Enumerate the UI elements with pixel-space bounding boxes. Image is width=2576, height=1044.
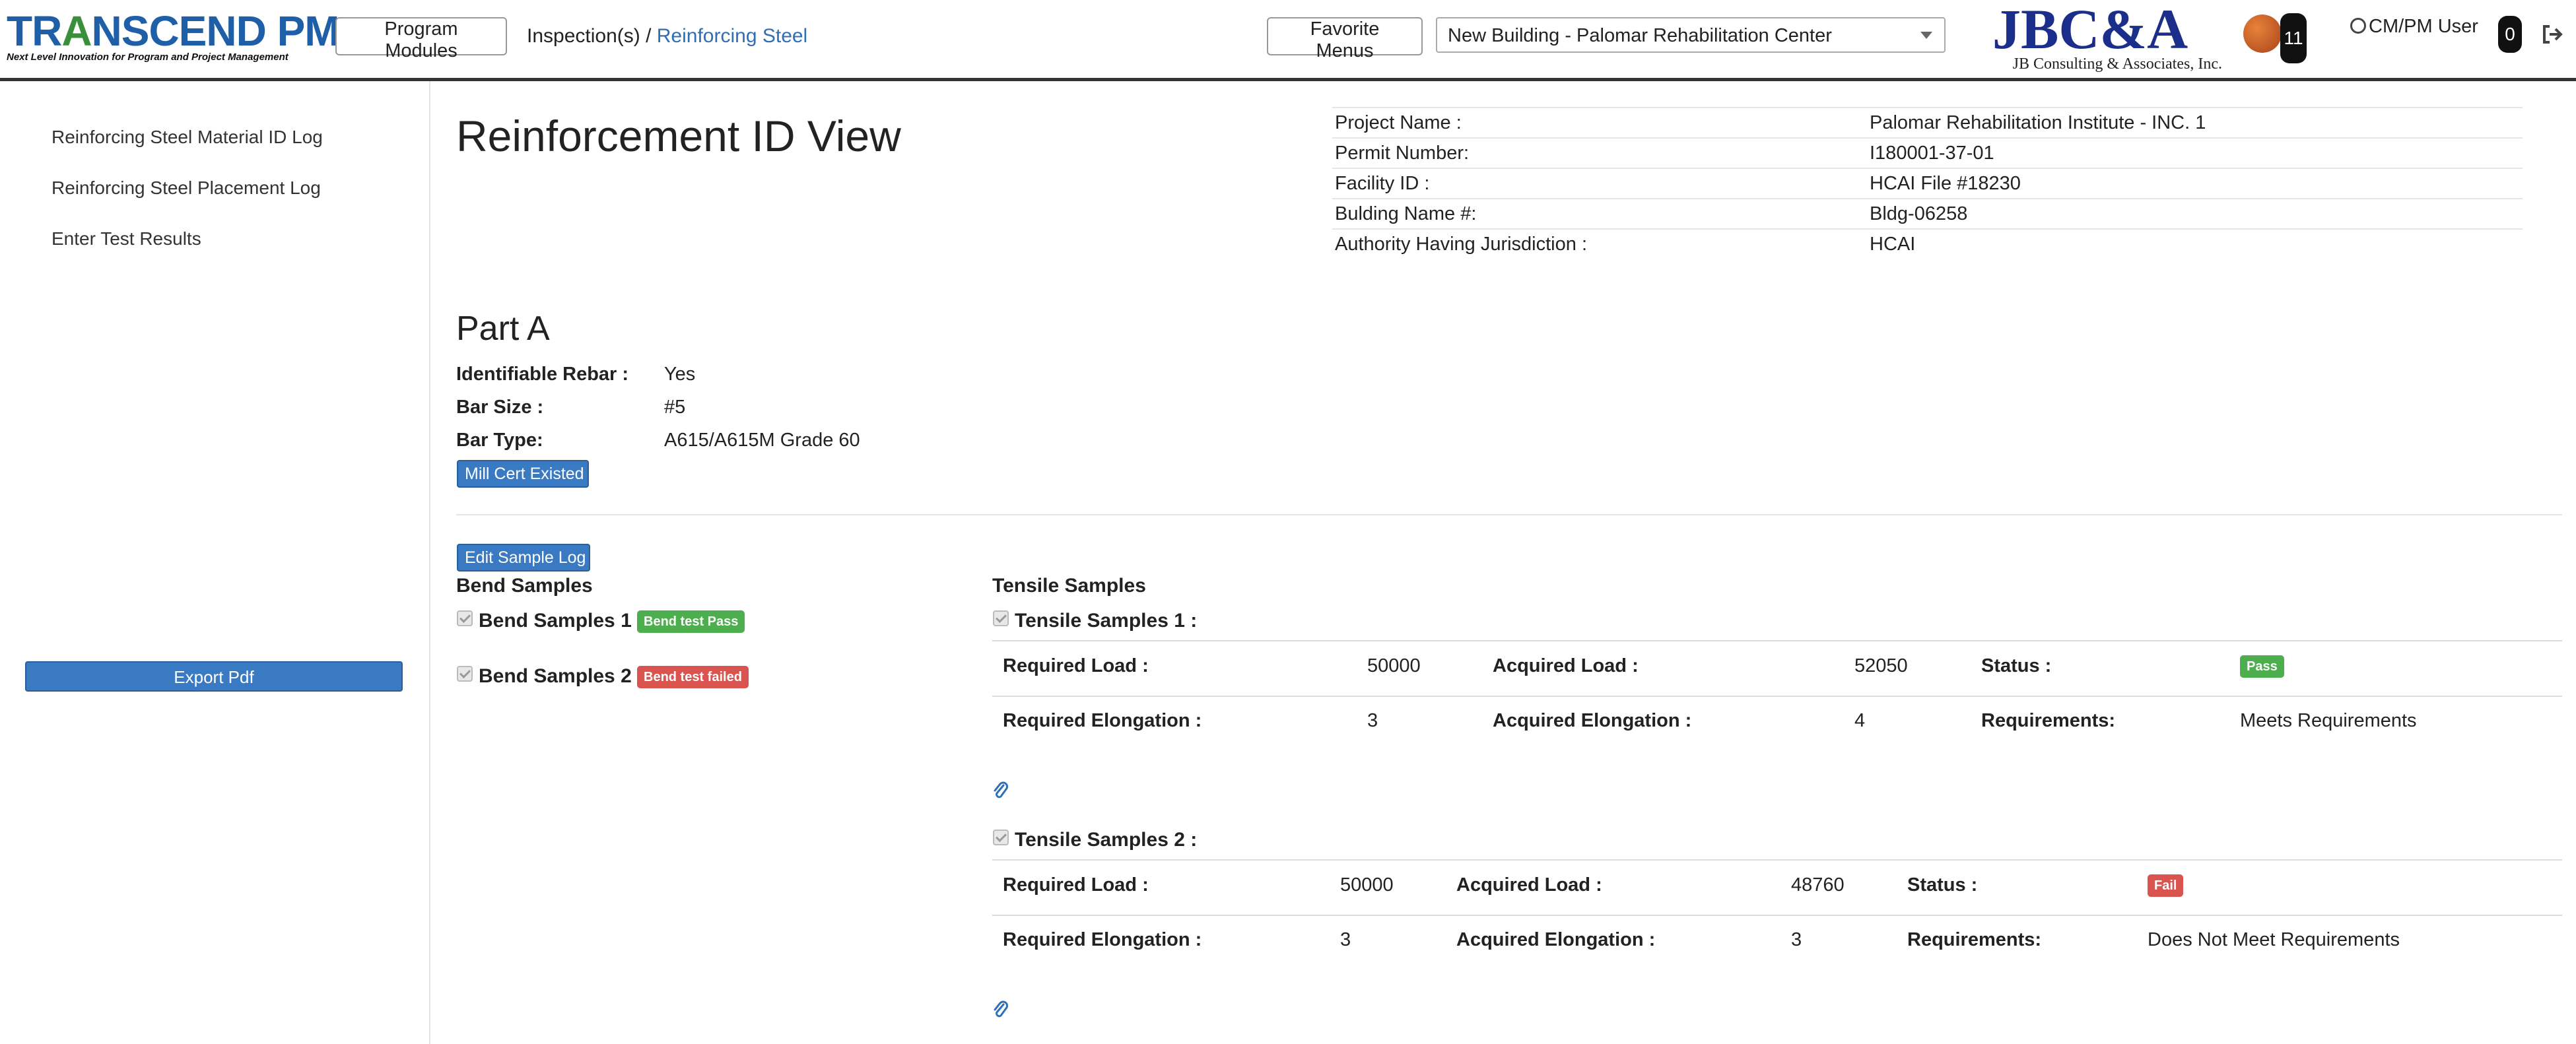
user-label: CM/PM User [2369, 16, 2478, 37]
bar-size-value: #5 [664, 397, 686, 418]
bend-sample-1-status-badge: Bend test Pass [637, 610, 745, 633]
authority-value: HCAI [1866, 228, 2523, 259]
authority-label: Authority Having Jurisdiction : [1332, 228, 1866, 259]
partner-logo-main: JBC&A [1992, 0, 2188, 61]
requirements-label: Requirements: [1907, 929, 2042, 950]
chevron-down-icon [1920, 32, 1932, 39]
acquired-load-label: Acquired Load : [1456, 874, 1602, 896]
building-name-value: Bldg-06258 [1866, 198, 2523, 229]
breadcrumb-separator: / [640, 25, 657, 47]
message-count-badge[interactable]: 0 [2498, 16, 2522, 53]
table-row: Bulding Name #: Bldg-06258 [1332, 198, 2523, 229]
bar-type-value: A615/A615M Grade 60 [664, 430, 860, 451]
bar-size-label: Bar Size : [456, 397, 544, 418]
page-title: Reinforcement ID View [456, 112, 901, 160]
tensile-sample-1-label: Tensile Samples 1 : [1015, 610, 1198, 632]
project-select[interactable]: New Building - Palomar Rehabilitation Ce… [1436, 17, 1946, 53]
export-pdf-button[interactable]: Export Pdf [25, 661, 403, 692]
brand-title: TRANSCEND PM [7, 7, 340, 55]
bend-samples-title: Bend Samples [456, 575, 593, 597]
top-header: TRANSCEND PM Next Level Innovation for P… [0, 0, 2576, 81]
requirements-value: Meets Requirements [2240, 710, 2417, 731]
permit-number-value: I180001-37-01 [1866, 137, 2523, 168]
edit-sample-log-button[interactable]: Edit Sample Log [457, 544, 590, 571]
acquired-load-value: 48760 [1791, 874, 1845, 896]
tensile-sample-1-checkbox[interactable] [993, 610, 1009, 626]
breadcrumb-parent[interactable]: Inspection(s) [527, 25, 640, 47]
breadcrumb-current[interactable]: Reinforcing Steel [657, 25, 807, 47]
tensile-sample-2-label: Tensile Samples 2 : [1015, 829, 1198, 851]
tensile-sample-2-checkbox[interactable] [993, 830, 1009, 845]
identifiable-rebar-value: Yes [664, 364, 696, 385]
project-name-label: Project Name : [1332, 107, 1866, 138]
bend-sample-2-label: Bend Samples 2 : [479, 665, 644, 687]
row-divider [992, 915, 2562, 916]
tensile-samples-title: Tensile Samples [992, 575, 1146, 597]
table-row: Facility ID : HCAI File #18230 [1332, 168, 2523, 199]
user-icon [2350, 18, 2366, 34]
sidebar-item-material-id-log[interactable]: Reinforcing Steel Material ID Log [51, 127, 323, 148]
facility-id-label: Facility ID : [1332, 168, 1866, 199]
required-load-value: 50000 [1367, 655, 1421, 676]
paperclip-icon[interactable] [992, 780, 1009, 800]
acquired-elongation-value: 3 [1791, 929, 1802, 950]
facility-id-value: HCAI File #18230 [1866, 168, 2523, 199]
program-modules-button[interactable]: Program Modules [335, 17, 507, 61]
partner-logo-sub: JB Consulting & Associates, Inc. [2012, 55, 2222, 73]
acquired-load-value: 52050 [1854, 655, 1908, 676]
project-select-value: New Building - Palomar Rehabilitation Ce… [1448, 25, 1832, 46]
bend-sample-1-label: Bend Samples 1 : [479, 610, 644, 632]
project-info-table: Project Name : Palomar Rehabilitation In… [1332, 107, 2523, 259]
tensile-sample-1-status-badge: Pass [2240, 655, 2284, 678]
breadcrumb: Inspection(s) / Reinforcing Steel [527, 25, 807, 48]
sidebar-item-placement-log[interactable]: Reinforcing Steel Placement Log [51, 178, 321, 199]
acquired-load-label: Acquired Load : [1493, 655, 1639, 676]
basketball-icon[interactable] [2243, 15, 2282, 53]
status-label: Status : [1981, 655, 2052, 676]
brand-tagline: Next Level Innovation for Program and Pr… [7, 51, 288, 63]
required-elongation-label: Required Elongation : [1003, 710, 1202, 731]
project-name-value: Palomar Rehabilitation Institute - INC. … [1866, 107, 2523, 138]
tensile-sample-2-status-badge: Fail [2148, 874, 2184, 897]
part-a-title: Part A [456, 310, 550, 348]
favorite-menus-button[interactable]: Favorite Menus [1267, 17, 1423, 61]
required-load-label: Required Load : [1003, 655, 1149, 676]
permit-number-label: Permit Number: [1332, 137, 1866, 168]
requirements-label: Requirements: [1981, 710, 2116, 731]
acquired-elongation-label: Acquired Elongation : [1493, 710, 1692, 731]
required-elongation-value: 3 [1340, 929, 1351, 950]
acquired-elongation-value: 4 [1854, 710, 1866, 731]
required-load-value: 50000 [1340, 874, 1394, 896]
table-row: Project Name : Palomar Rehabilitation In… [1332, 107, 2523, 138]
mill-cert-button[interactable]: Mill Cert Existed [457, 460, 589, 488]
paperclip-icon[interactable] [992, 999, 1009, 1019]
row-divider [992, 696, 2562, 697]
user-menu[interactable]: CM/PM User [2350, 16, 2478, 38]
required-load-label: Required Load : [1003, 874, 1149, 896]
table-row: Permit Number: I180001-37-01 [1332, 137, 2523, 168]
bend-sample-2-status-badge: Bend test failed [637, 666, 749, 688]
section-divider [456, 514, 2562, 515]
table-row: Authority Having Jurisdiction : HCAI [1332, 228, 2523, 259]
required-elongation-label: Required Elongation : [1003, 929, 1202, 950]
required-elongation-value: 3 [1367, 710, 1378, 731]
sidebar: Reinforcing Steel Material ID Log Reinfo… [0, 81, 430, 1044]
bend-sample-2-checkbox[interactable] [457, 666, 473, 682]
logout-icon[interactable] [2540, 22, 2564, 46]
row-divider [992, 859, 2562, 861]
notification-count-badge[interactable]: 11 [2280, 13, 2307, 63]
row-divider [992, 640, 2562, 641]
status-label: Status : [1907, 874, 1978, 896]
building-name-label: Bulding Name #: [1332, 198, 1866, 229]
jbc-partner-logo: JBC&A JB Consulting & Associates, Inc. [1992, 0, 2222, 73]
sidebar-item-enter-test-results[interactable]: Enter Test Results [51, 228, 201, 249]
transcend-pm-logo[interactable]: TRANSCEND PM Next Level Innovation for P… [7, 7, 340, 63]
identifiable-rebar-label: Identifiable Rebar : [456, 364, 629, 385]
requirements-value: Does Not Meet Requirements [2148, 929, 2400, 950]
bar-type-label: Bar Type: [456, 430, 543, 451]
acquired-elongation-label: Acquired Elongation : [1456, 929, 1656, 950]
bend-sample-1-checkbox[interactable] [457, 610, 473, 626]
